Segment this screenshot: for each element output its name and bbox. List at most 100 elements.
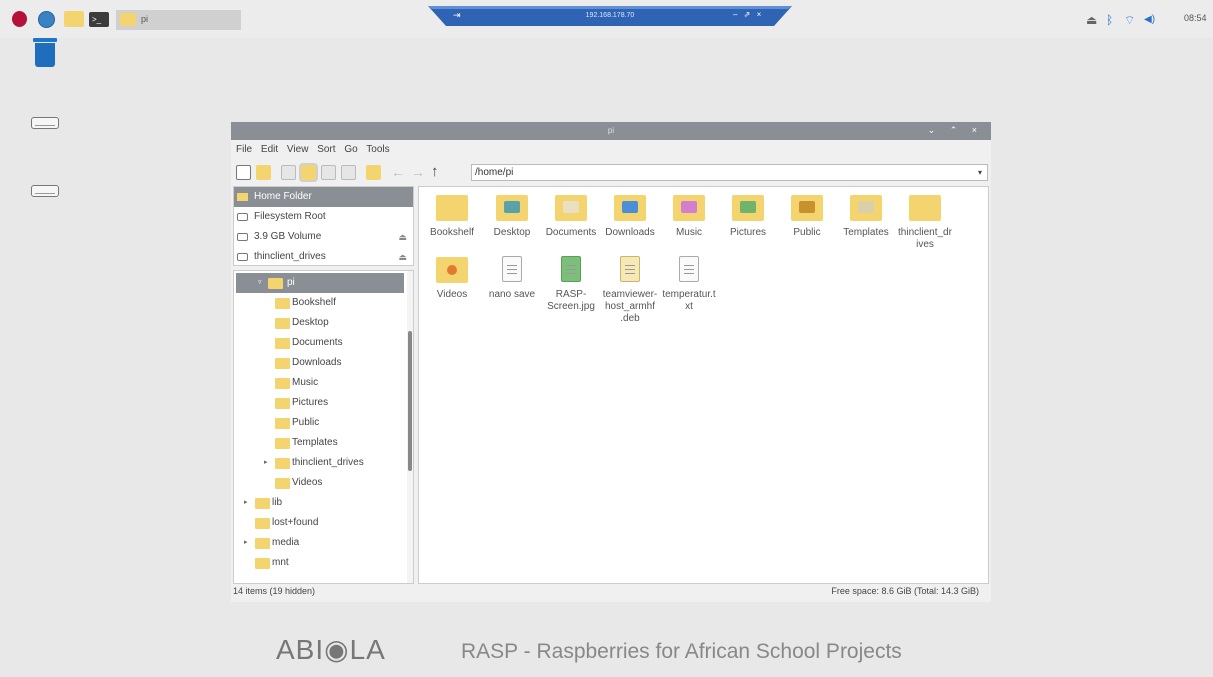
tree-item-label: Pictures <box>292 397 329 408</box>
eject-icon[interactable]: ⏏ <box>398 247 407 267</box>
home-icon <box>237 193 248 201</box>
web-browser-icon[interactable] <box>38 11 55 28</box>
wifi-icon[interactable]: ⌔ <box>1124 13 1135 28</box>
file-item-public[interactable]: Public <box>776 189 838 239</box>
tree-item-thinclient-drives[interactable]: ▸ thinclient_drives <box>234 453 404 473</box>
file-item-bookshelf[interactable]: Bookshelf <box>421 189 483 239</box>
tree-item-lib[interactable]: ▸ lib <box>234 493 404 513</box>
place-label: Home Folder <box>254 191 312 202</box>
place-thinclient-drives[interactable]: thinclient_drives ⏏ <box>234 247 413 267</box>
file-item-pictures[interactable]: Pictures <box>717 189 779 239</box>
text-file-icon <box>502 256 522 282</box>
tree-item-downloads[interactable]: Downloads <box>234 353 404 373</box>
tree-item-public[interactable]: Public <box>234 413 404 433</box>
place-label: 3.9 GB Volume <box>254 231 322 242</box>
remote-window-controls[interactable]: – ⇗ × <box>733 10 763 19</box>
menu-edit[interactable]: Edit <box>261 144 278 155</box>
folder-icon <box>275 418 290 429</box>
chevron-right-icon[interactable]: ▸ <box>244 493 248 513</box>
tree-item-label: Templates <box>292 437 338 448</box>
folder-icon <box>275 318 290 329</box>
new-window-icon[interactable] <box>236 165 251 180</box>
tree-item-templates[interactable]: Templates <box>234 433 404 453</box>
window-titlebar[interactable]: pi ⌄ ⌃ × <box>231 122 991 140</box>
folder-icon <box>275 338 290 349</box>
tree-item-mnt[interactable]: mnt <box>234 553 404 573</box>
folder-downloads-icon <box>614 195 646 221</box>
tree-item-documents[interactable]: Documents <box>234 333 404 353</box>
bluetooth-icon[interactable]: ᛒ <box>1106 13 1113 27</box>
tree-item-pictures[interactable]: Pictures <box>234 393 404 413</box>
tree-scrollbar[interactable] <box>407 271 413 583</box>
menu-file[interactable]: File <box>236 144 252 155</box>
taskbar-window-button[interactable]: pi <box>116 10 241 30</box>
tree-item-desktop[interactable]: Desktop <box>234 313 404 333</box>
view-compact-icon[interactable] <box>321 165 336 180</box>
place-filesystem-root[interactable]: Filesystem Root <box>234 207 413 227</box>
scrollbar-thumb[interactable] <box>408 331 412 471</box>
eject-icon[interactable]: ⏏ <box>1086 13 1097 27</box>
file-label: Downloads <box>605 227 655 238</box>
tree-item-pi[interactable]: ▿ pi <box>236 273 404 293</box>
menu-view[interactable]: View <box>287 144 309 155</box>
forward-icon[interactable]: → <box>411 164 425 180</box>
file-item-teamviewer[interactable]: teamviewer- host_armhf .deb <box>599 251 661 325</box>
home-icon[interactable] <box>366 165 381 180</box>
chevron-down-icon[interactable]: ▿ <box>258 273 262 293</box>
menu-sort[interactable]: Sort <box>317 144 335 155</box>
new-folder-icon[interactable] <box>256 165 271 180</box>
file-item-videos[interactable]: Videos <box>421 251 483 301</box>
eject-icon[interactable]: ⏏ <box>398 227 407 247</box>
tree-item-label: Bookshelf <box>292 297 336 308</box>
drive-icon[interactable] <box>31 117 59 129</box>
window-controls[interactable]: ⌄ ⌃ × <box>928 125 983 136</box>
file-item-nano-save[interactable]: nano save <box>481 251 543 301</box>
file-item-music[interactable]: Music <box>658 189 720 239</box>
file-item-rasp-screen[interactable]: RASP- Screen.jpg <box>540 251 602 313</box>
tree-item-media[interactable]: ▸ media <box>234 533 404 553</box>
folder-videos-icon <box>436 257 468 283</box>
chevron-right-icon[interactable]: ▸ <box>264 453 268 473</box>
place-home-folder[interactable]: Home Folder <box>234 187 413 207</box>
up-icon[interactable]: ↑ <box>431 163 439 180</box>
view-list-icon[interactable] <box>341 165 356 180</box>
file-label: temperatur.t xt <box>662 289 716 312</box>
file-view: Bookshelf Desktop Documents Downloads Mu… <box>418 186 989 584</box>
place-volume[interactable]: 3.9 GB Volume ⏏ <box>234 227 413 247</box>
view-icons-icon[interactable] <box>281 165 296 180</box>
terminal-icon[interactable]: >_ <box>89 12 109 27</box>
folder-icon <box>120 13 136 26</box>
menu-go[interactable]: Go <box>344 144 357 155</box>
back-icon[interactable]: ← <box>391 164 405 180</box>
file-item-downloads[interactable]: Downloads <box>599 189 661 239</box>
taskbar: >_ pi ⇥ 192.168.178.70 – ⇗ × ⏏ ᛒ ⌔ ◀) 08… <box>0 0 1213 38</box>
window-title: pi <box>607 126 615 135</box>
drive-icon[interactable] <box>31 185 59 197</box>
tree-item-music[interactable]: Music <box>234 373 404 393</box>
tree-item-lost-found[interactable]: lost+found <box>234 513 404 533</box>
file-item-documents[interactable]: Documents <box>540 189 602 239</box>
tree-item-label: lost+found <box>272 517 319 528</box>
drive-icon <box>237 233 248 241</box>
file-item-desktop[interactable]: Desktop <box>481 189 543 239</box>
file-manager-icon[interactable] <box>64 11 84 27</box>
chevron-down-icon[interactable]: ▾ <box>978 165 982 180</box>
remote-connection-bar[interactable]: ⇥ 192.168.178.70 – ⇗ × <box>428 6 792 28</box>
tree-item-label: Documents <box>292 337 343 348</box>
volume-icon[interactable]: ◀) <box>1144 14 1155 25</box>
file-label: Videos <box>436 289 468 300</box>
file-label: thinclient_dr ives <box>898 227 952 250</box>
file-item-temperatur[interactable]: temperatur.t xt <box>658 251 720 313</box>
file-item-thinclient-drives[interactable]: thinclient_dr ives <box>894 189 956 251</box>
tree-item-bookshelf[interactable]: Bookshelf <box>234 293 404 313</box>
tree-item-videos[interactable]: Videos <box>234 473 404 493</box>
path-input[interactable]: /home/pi ▾ <box>471 164 988 181</box>
chevron-right-icon[interactable]: ▸ <box>244 533 248 553</box>
menu-tools[interactable]: Tools <box>366 144 389 155</box>
file-item-templates[interactable]: Templates <box>835 189 897 239</box>
clock[interactable]: 08:54 <box>1184 13 1207 23</box>
archive-file-icon <box>620 256 640 282</box>
view-thumbnails-icon[interactable] <box>299 163 318 182</box>
trash-icon[interactable] <box>33 38 57 68</box>
raspberry-menu-icon[interactable] <box>12 11 27 27</box>
